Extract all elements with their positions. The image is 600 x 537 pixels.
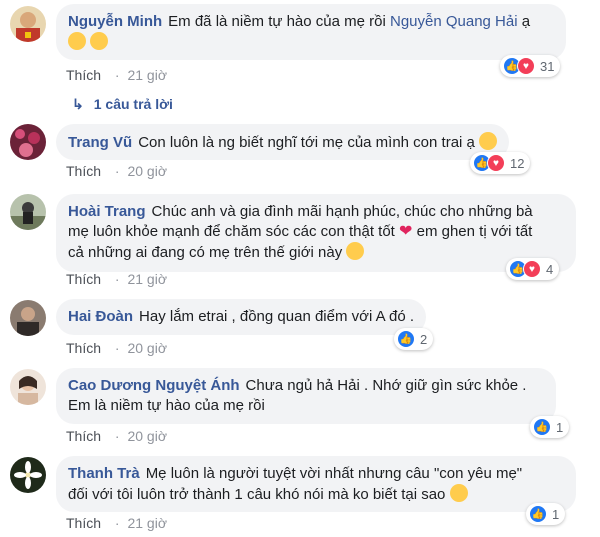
reactions-summary[interactable]: 👍 1 xyxy=(526,503,566,525)
avatar[interactable] xyxy=(10,194,46,230)
comment-text: Hay lắm etrai , đồng quan điểm với A đó … xyxy=(139,308,415,325)
worried-face-emoji xyxy=(449,484,468,502)
comment-bubble: Thanh Trà Mẹ luôn là người tuyệt vời nhất… xyxy=(56,456,576,512)
like-button[interactable]: Thích xyxy=(66,340,101,356)
like-button[interactable]: Thích xyxy=(66,428,101,444)
heart-eyes-emoji xyxy=(479,132,498,150)
avatar[interactable] xyxy=(10,6,46,42)
separator-dot: · xyxy=(114,515,120,531)
like-button[interactable]: Thích xyxy=(66,67,101,83)
reactions-summary[interactable]: 👍 1 xyxy=(530,416,570,438)
separator-dot: · xyxy=(114,271,120,287)
separator-dot: · xyxy=(114,428,120,444)
avatar[interactable] xyxy=(10,124,46,160)
separator-dot: · xyxy=(114,67,120,83)
avatar[interactable] xyxy=(10,457,46,493)
comment-actions: Thích · 21 giờ xyxy=(66,67,167,83)
reaction-count: 4 xyxy=(546,261,554,277)
comment-line: Mẹ luôn là người tuyệt vời nhất nhưng câ… xyxy=(145,465,523,482)
like-button[interactable]: Thích xyxy=(66,515,101,531)
love-reaction-icon: ♥ xyxy=(487,154,505,172)
timestamp[interactable]: 21 giờ xyxy=(127,67,167,83)
separator-dot: · xyxy=(114,340,120,356)
view-replies-link[interactable]: ↳ 1 câu trả lời xyxy=(72,96,173,113)
comment-line: Em là niềm tự hào của mẹ rồi xyxy=(68,397,265,414)
comment-suffix: ạ xyxy=(521,13,531,30)
like-reaction-icon: 👍 xyxy=(529,505,547,523)
like-reaction-icon: 👍 xyxy=(397,330,415,348)
red-heart-emoji: ❤ xyxy=(399,223,413,240)
comment-line: Chưa ngủ hả Hải . Nhớ giữ gìn sức khỏe . xyxy=(245,377,527,394)
reactions-summary[interactable]: 👍 ♥ 31 xyxy=(500,55,561,77)
comment-line: đối với tôi luôn trở thành 1 câu khó nói… xyxy=(68,486,446,503)
like-button[interactable]: Thích xyxy=(66,271,101,287)
reaction-count: 12 xyxy=(510,155,525,171)
comment-bubble: Trang Vũ Con luôn là ng biết nghĩ tới mẹ … xyxy=(56,124,510,160)
comment-line: em ghen tị với tất xyxy=(416,223,533,240)
reaction-count: 2 xyxy=(420,331,428,347)
reactions-summary[interactable]: 👍 ♥ 12 xyxy=(470,152,531,174)
timestamp[interactable]: 21 giờ xyxy=(127,515,167,531)
comment-line: Chúc anh và gia đình mãi hạnh phúc, chúc… xyxy=(151,203,533,220)
comment-text: Con luôn là ng biết nghĩ tới mẹ của mình… xyxy=(138,134,475,151)
timestamp[interactable]: 20 giờ xyxy=(127,428,167,444)
reactions-summary[interactable]: 👍 ♥ 4 xyxy=(506,258,560,280)
like-button[interactable]: Thích xyxy=(66,163,101,179)
comment-author[interactable]: Hoài Trang xyxy=(68,203,146,220)
avatar[interactable] xyxy=(10,369,46,405)
separator-dot: · xyxy=(114,163,120,179)
comment-bubble: Cao Dương Nguyệt Ánh Chưa ngủ hả Hải . Nh… xyxy=(56,368,556,424)
comment-actions: Thích · 20 giờ xyxy=(66,428,167,444)
reply-arrow-icon: ↳ xyxy=(72,96,84,112)
comment-text: Em đã là niềm tự hào của mẹ rồi xyxy=(168,13,386,30)
reactions-summary[interactable]: 👍 2 xyxy=(394,328,434,350)
reaction-count: 31 xyxy=(540,58,555,74)
reply-count: 1 câu trả lời xyxy=(93,96,173,112)
comment-actions: Thích · 20 giờ xyxy=(66,340,167,356)
timestamp[interactable]: 20 giờ xyxy=(127,340,167,356)
comment-author[interactable]: Nguyễn Minh xyxy=(68,13,162,30)
comment-bubble: Hai Đoàn Hay lắm etrai , đồng quan điểm v… xyxy=(56,299,427,335)
avatar[interactable] xyxy=(10,300,46,336)
worried-face-emoji xyxy=(346,242,365,260)
comment-line: cả những ai đang có mẹ trên thế giới này xyxy=(68,244,343,261)
mention-link[interactable]: Nguyễn Quang Hải xyxy=(390,13,518,30)
reaction-count: 1 xyxy=(556,419,564,435)
timestamp[interactable]: 21 giờ xyxy=(127,271,167,287)
grinning-sweat-emoji xyxy=(68,32,86,50)
comment-line: mẹ luôn khỏe mạnh để chăm sóc các con th… xyxy=(68,223,395,240)
comment-author[interactable]: Hai Đoàn xyxy=(68,308,133,325)
comment-actions: Thích · 21 giờ xyxy=(66,271,167,287)
reaction-count: 1 xyxy=(552,506,560,522)
timestamp[interactable]: 20 giờ xyxy=(127,163,167,179)
comment-author[interactable]: Thanh Trà xyxy=(68,465,140,482)
love-reaction-icon: ♥ xyxy=(517,57,535,75)
comment-author[interactable]: Cao Dương Nguyệt Ánh xyxy=(68,377,240,394)
grinning-sweat-emoji xyxy=(90,32,109,50)
comment-actions: Thích · 20 giờ xyxy=(66,163,167,179)
love-reaction-icon: ♥ xyxy=(523,260,541,278)
comment-bubble: Nguyễn Minh Em đã là niềm tự hào của mẹ r… xyxy=(56,4,566,60)
comment-author[interactable]: Trang Vũ xyxy=(68,134,132,151)
comment-bubble: Hoài Trang Chúc anh và gia đình mãi hạnh … xyxy=(56,194,576,272)
like-reaction-icon: 👍 xyxy=(533,418,551,436)
comment-actions: Thích · 21 giờ xyxy=(66,515,167,531)
